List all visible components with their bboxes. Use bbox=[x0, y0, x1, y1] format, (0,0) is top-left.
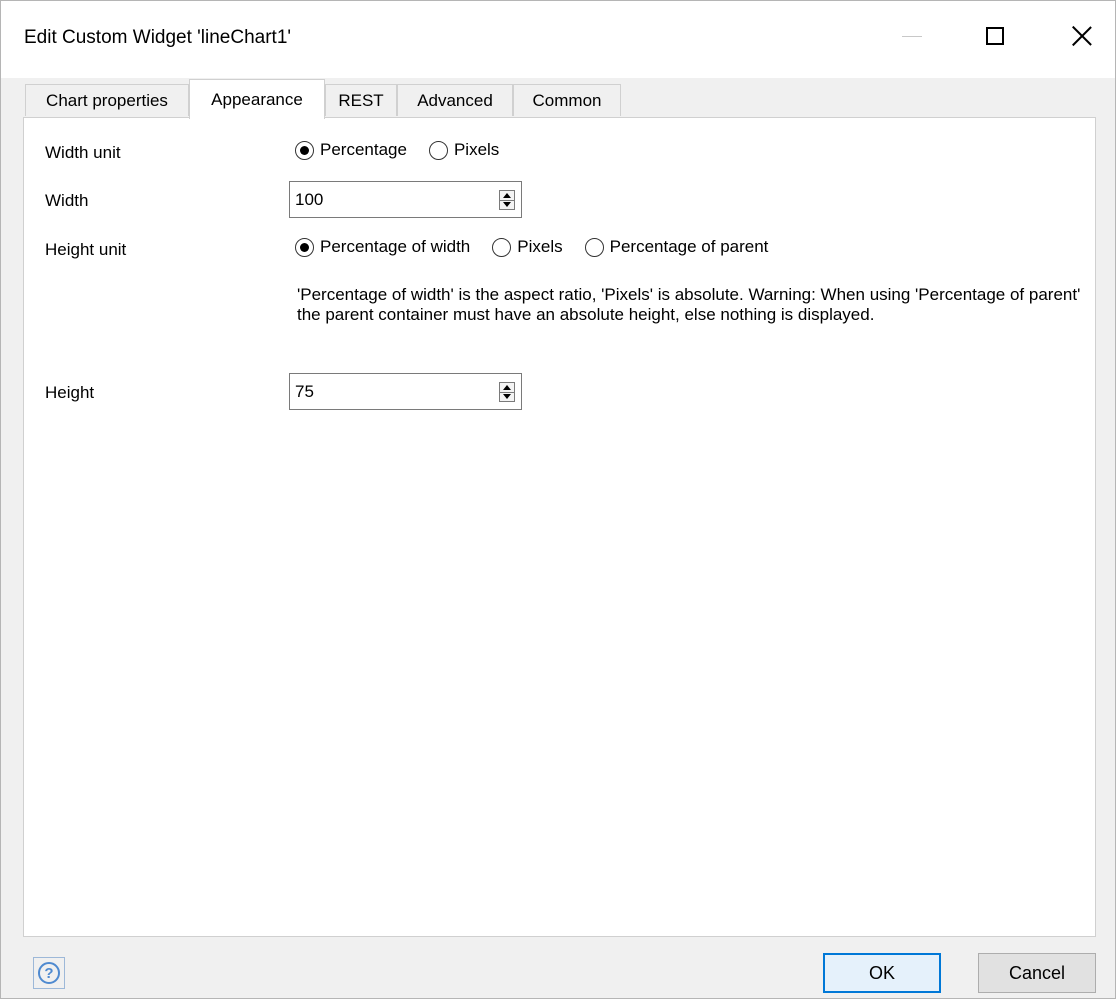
height-input[interactable] bbox=[290, 374, 490, 409]
height-stepper bbox=[289, 373, 522, 410]
maximize-button[interactable] bbox=[964, 1, 1026, 71]
arrow-down-icon bbox=[503, 202, 511, 208]
title-bar: Edit Custom Widget 'lineChart1' bbox=[1, 1, 1115, 78]
width-unit-radio-group: Percentage Pixels bbox=[295, 140, 521, 160]
width-input[interactable] bbox=[290, 182, 490, 217]
tab-strip: Chart properties Appearance REST Advance… bbox=[25, 78, 1095, 119]
height-unit-hint: 'Percentage of width' is the aspect rati… bbox=[297, 285, 1081, 324]
tab-advanced[interactable]: Advanced bbox=[397, 84, 513, 116]
width-decrement-button[interactable] bbox=[500, 201, 514, 210]
width-unit-pixels-label: Pixels bbox=[453, 140, 500, 159]
radio-unchecked-icon bbox=[428, 140, 448, 160]
height-label: Height bbox=[45, 383, 95, 402]
height-spin-buttons bbox=[499, 382, 515, 402]
height-increment-button[interactable] bbox=[500, 383, 514, 393]
window-title: Edit Custom Widget 'lineChart1' bbox=[24, 27, 292, 48]
height-unit-radio-group: Percentage of width Pixels Percentage of… bbox=[295, 237, 790, 257]
height-unit-label: Height unit bbox=[45, 240, 127, 259]
height-unit-pixels-label: Pixels bbox=[517, 237, 563, 256]
width-unit-percentage-label: Percentage bbox=[320, 140, 407, 159]
height-unit-percentage-of-parent-label: Percentage of parent bbox=[609, 237, 769, 256]
height-unit-percentage-of-width-radio[interactable]: Percentage of width bbox=[295, 237, 470, 257]
width-unit-percentage-radio[interactable]: Percentage bbox=[295, 140, 407, 160]
tab-appearance[interactable]: Appearance bbox=[189, 79, 325, 119]
radio-unchecked-icon bbox=[584, 237, 604, 257]
arrow-up-icon bbox=[503, 384, 511, 390]
radio-checked-icon bbox=[295, 140, 314, 160]
cancel-button[interactable]: Cancel bbox=[978, 953, 1096, 993]
minimize-button[interactable] bbox=[881, 1, 943, 71]
width-unit-pixels-radio[interactable]: Pixels bbox=[428, 140, 500, 160]
close-icon bbox=[1072, 26, 1092, 46]
radio-unchecked-icon bbox=[492, 237, 512, 257]
close-button[interactable] bbox=[1051, 1, 1113, 71]
width-increment-button[interactable] bbox=[500, 191, 514, 201]
maximize-icon bbox=[986, 27, 1004, 45]
width-label: Width bbox=[45, 191, 89, 210]
width-unit-label: Width unit bbox=[45, 143, 121, 162]
height-unit-pixels-radio[interactable]: Pixels bbox=[492, 237, 563, 257]
width-stepper bbox=[289, 181, 522, 218]
ok-button[interactable]: OK bbox=[823, 953, 941, 993]
arrow-up-icon bbox=[503, 192, 511, 198]
height-unit-percentage-of-width-label: Percentage of width bbox=[320, 237, 471, 256]
minimize-icon bbox=[902, 35, 922, 37]
help-icon: ? bbox=[38, 962, 60, 984]
tab-rest[interactable]: REST bbox=[325, 84, 397, 116]
tab-common[interactable]: Common bbox=[513, 84, 621, 116]
width-spin-buttons bbox=[499, 190, 515, 210]
dialog-window: Edit Custom Widget 'lineChart1' Chart pr… bbox=[0, 0, 1116, 999]
arrow-down-icon bbox=[503, 394, 511, 400]
tab-chart-properties[interactable]: Chart properties bbox=[25, 84, 189, 116]
help-button[interactable]: ? bbox=[33, 957, 65, 989]
height-unit-percentage-of-parent-radio[interactable]: Percentage of parent bbox=[584, 237, 769, 257]
height-decrement-button[interactable] bbox=[500, 393, 514, 402]
radio-checked-icon bbox=[295, 237, 314, 257]
